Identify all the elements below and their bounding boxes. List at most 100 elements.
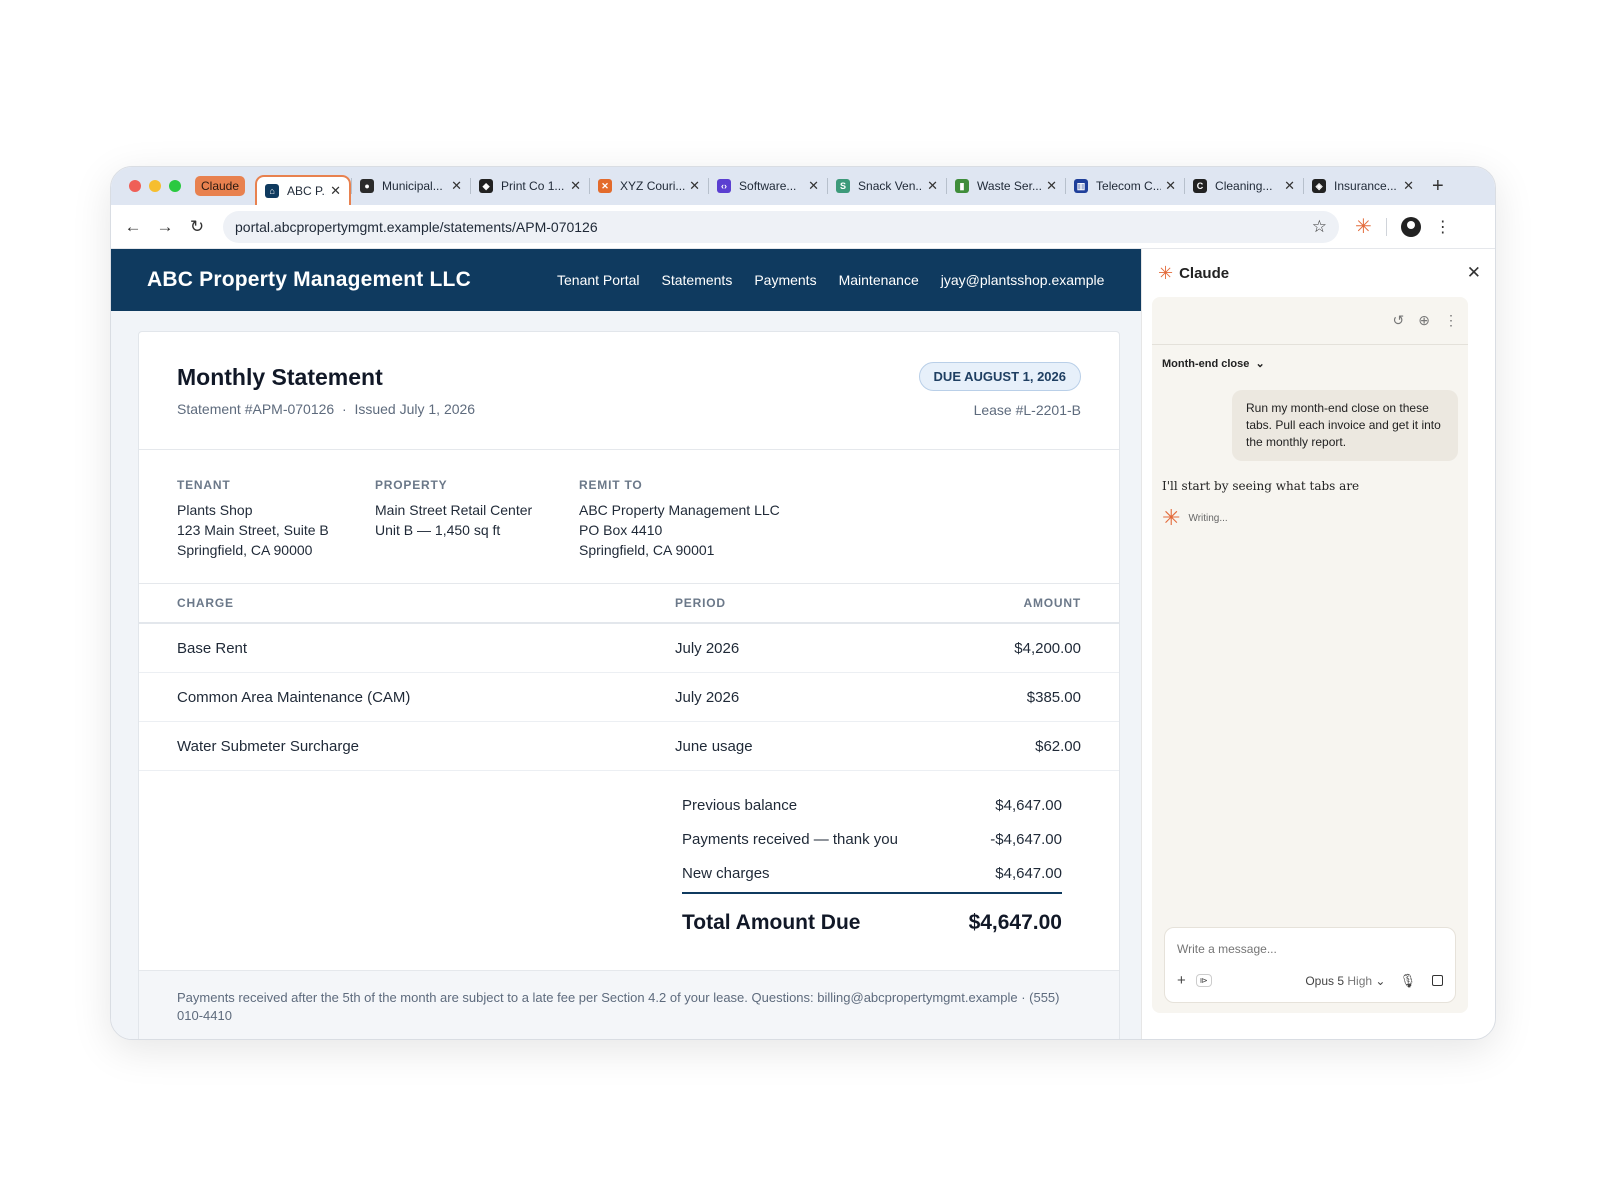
browser-tab[interactable]: S Snack Ven... ✕ [828,171,946,201]
address-bar[interactable]: portal.abcpropertymgmt.example/statement… [223,210,1339,243]
claude-spinner-icon: ✳ [1162,505,1181,530]
property-heading: PROPERTY [375,478,448,492]
browser-tab[interactable]: ‹› Software... ✕ [709,171,827,201]
tab-title: Telecom C... [1096,179,1162,193]
profile-avatar-icon[interactable] [1400,216,1421,237]
browser-tab[interactable]: ✕ XYZ Couri... ✕ [590,171,708,201]
panel-header: ✳ Claude ✕ [1142,249,1495,297]
shield-icon: ◈ [1312,179,1327,193]
claude-extension-icon[interactable]: ✳ [1355,214,1372,239]
model-selector[interactable]: Opus 5 High ⌄ [1305,974,1385,988]
tab-close-icon[interactable]: ✕ [1046,178,1057,194]
history-icon[interactable]: ↺ [1393,312,1405,329]
chart-icon: ▥ [1074,179,1089,193]
browser-tab[interactable]: ▮ Waste Ser... ✕ [947,171,1065,201]
stop-icon[interactable] [1432,975,1443,986]
tab-close-icon[interactable]: ✕ [1165,178,1176,194]
summary-value: $4,647.00 [995,796,1062,814]
charge-name: Common Area Maintenance (CAM) [177,688,411,706]
browser-tab[interactable]: ◆ Print Co 1... ✕ [471,171,589,201]
nav-payments[interactable]: Payments [754,272,816,288]
tab-title: Snack Ven... [858,179,924,193]
tab-close-icon[interactable]: ✕ [451,178,462,194]
writing-indicator: ✳ Writing... [1162,505,1458,531]
summary-label: Payments received — thank you [682,830,898,848]
nav-account-email[interactable]: jyay@plantsshop.example [941,272,1105,288]
charge-name: Water Submeter Surcharge [177,737,360,755]
browser-tab[interactable]: ▥ Telecom C... ✕ [1066,171,1184,201]
tab-title: Municipal... [382,179,443,193]
site-header: ABC Property Management LLC Tenant Porta… [111,249,1141,311]
charge-period: July 2026 [675,688,740,706]
tab-title: ABC P... [287,184,326,198]
summary-row: Previous balance $4,647.00 [682,788,1062,822]
close-icon[interactable]: ✕ [1467,263,1481,283]
tab-close-icon[interactable]: ✕ [689,178,700,194]
column-amount: AMOUNT [1023,596,1081,610]
new-chat-icon[interactable]: ⊕ [1418,312,1430,329]
charge-amount: $62.00 [1035,737,1081,755]
conversation-selector[interactable]: Month-end close ⌄ [1152,345,1468,382]
table-row: Base Rent July 2026 $4,200.00 [139,624,1119,673]
window-controls [129,180,181,192]
writing-status: Writing... [1188,512,1228,524]
nav-tenant-portal[interactable]: Tenant Portal [557,272,640,288]
remit-heading: REMIT TO [579,478,643,492]
tools-icon[interactable]: ⧐ [1195,974,1212,987]
more-menu-icon[interactable]: ⋮ [1435,217,1451,237]
site-logo[interactable]: ABC Property Management LLC [147,268,557,292]
message-composer: + ⧐ Opus 5 High ⌄ 🎙 [1164,927,1456,1003]
close-window-button[interactable] [129,180,141,192]
house-icon: ⌂ [265,184,280,198]
tab-title: XYZ Couri... [620,179,686,193]
browser-window: Claude ⌂ ABC P... ✕ ● Municipal... ✕ ◆ Print Co… [110,166,1496,1040]
reload-icon[interactable]: ↻ [181,217,213,237]
total-label: Total Amount Due [682,911,861,934]
tab-close-icon[interactable]: ✕ [1284,178,1295,194]
lease-number: Lease #L-2201-B [973,402,1081,418]
forward-icon[interactable]: → [149,217,181,237]
claude-tab-group-chip[interactable]: Claude [195,176,246,196]
tab-list: ⌂ABC P...✕●Municipal...✕◆Print Co 1...✕✕… [255,167,1422,205]
charge-amount: $385.00 [1026,688,1081,706]
back-icon[interactable]: ← [117,217,149,237]
tab-close-icon[interactable]: ✕ [927,178,938,194]
statement-header: Monthly Statement Statement #APM-070126 … [139,332,1119,450]
tab-close-icon[interactable]: ✕ [808,178,819,194]
browser-tab[interactable]: ⌂ ABC P... ✕ [255,175,352,205]
tab-close-icon[interactable]: ✕ [570,178,581,194]
claude-logo-icon: ✳ [1158,262,1174,283]
column-period: PERIOD [675,596,726,610]
statement-number: Statement #APM-070126 [177,401,335,417]
site-nav: Tenant Portal Statements Payments Mainte… [557,272,1104,288]
nav-maintenance[interactable]: Maintenance [839,272,919,288]
nav-statements[interactable]: Statements [662,272,733,288]
charges-table-body: Base Rent July 2026 $4,200.00 Common Are… [139,624,1119,771]
browser-tab[interactable]: C Cleaning... ✕ [1185,171,1303,201]
bin-icon: ▮ [955,179,970,193]
message-input[interactable] [1177,942,1443,956]
more-options-icon[interactable]: ⋮ [1444,312,1458,329]
summary-label: Previous balance [682,796,798,814]
browser-tab[interactable]: ◈ Insurance... ✕ [1304,171,1422,201]
new-tab-button[interactable]: + [1432,175,1444,198]
tab-close-icon[interactable]: ✕ [1403,178,1414,194]
column-charge: CHARGE [177,596,234,610]
statement-meta: Statement #APM-070126 · Issued July 1, 2… [177,401,1081,417]
charge-name: Base Rent [177,639,248,657]
tab-title: Cleaning... [1215,179,1273,193]
table-row: Water Submeter Surcharge June usage $62.… [139,722,1119,771]
chat-tools: ↺ ⊕ ⋮ [1152,297,1468,345]
remit-line: Springfield, CA 90001 [579,542,715,558]
remit-line: PO Box 4410 [579,522,663,538]
microphone-icon[interactable]: 🎙 [1399,973,1416,989]
tab-close-icon[interactable]: ✕ [330,183,341,199]
table-row: Common Area Maintenance (CAM) July 2026 … [139,673,1119,722]
add-attachment-icon[interactable]: + [1177,972,1186,989]
meta-separator: · [342,401,347,417]
minimize-window-button[interactable] [149,180,161,192]
browser-tab[interactable]: ● Municipal... ✕ [352,171,470,201]
maximize-window-button[interactable] [169,180,181,192]
bookmark-star-icon[interactable]: ☆ [1312,217,1327,237]
assistant-message: I'll start by seeing what tabs are [1162,479,1360,493]
